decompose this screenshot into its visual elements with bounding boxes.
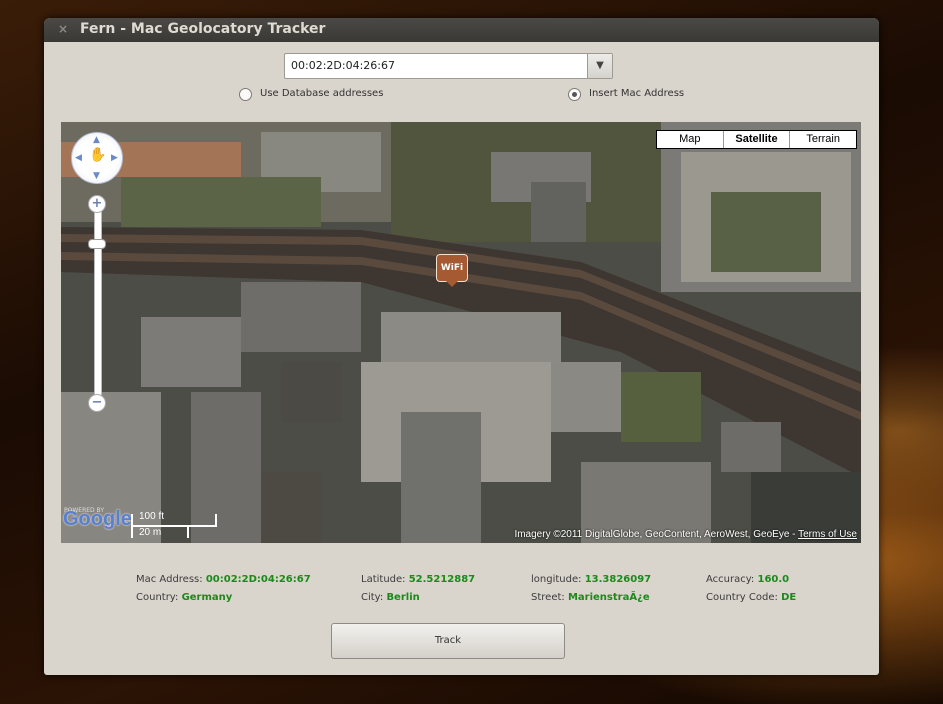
close-button[interactable]: × xyxy=(56,22,70,36)
pan-left-icon[interactable]: ◀ xyxy=(75,153,82,163)
map-type-satellite[interactable]: Satellite xyxy=(724,131,791,148)
radio-checked-icon[interactable] xyxy=(568,88,581,101)
accuracy-value: 160.0 xyxy=(757,574,790,585)
title-bar: × Fern - Mac Geolocatory Tracker xyxy=(44,18,879,42)
street-value: MarienstraÃ¿e xyxy=(567,592,650,603)
radio-unchecked-icon[interactable] xyxy=(239,88,252,101)
pan-up-icon[interactable]: ▲ xyxy=(93,135,100,145)
map-type-switcher: Map Satellite Terrain xyxy=(656,130,857,149)
street-label: Street: xyxy=(531,592,565,603)
longitude-info: longitude: 13.3826097 xyxy=(531,574,651,585)
mac-address-label: Mac Address: xyxy=(136,574,203,585)
scale-tick xyxy=(187,527,189,538)
street-info: Street: MarienstraÃ¿e xyxy=(531,592,650,603)
city-value: Berlin xyxy=(386,592,420,603)
insert-mac-label: Insert Mac Address xyxy=(589,88,685,99)
google-logo[interactable]: Google xyxy=(63,508,132,531)
zoom-out-button[interactable]: − xyxy=(88,394,106,412)
zoom-slider-thumb[interactable] xyxy=(88,239,106,249)
country-code-value: DE xyxy=(781,592,797,603)
scale-tick xyxy=(215,514,217,525)
city-label: City: xyxy=(361,592,384,603)
use-database-label: Use Database addresses xyxy=(260,88,384,99)
country-code-label: Country Code: xyxy=(706,592,778,603)
map-copyright: Imagery ©2011 DigitalGlobe, GeoContent, … xyxy=(514,529,857,540)
zoom-in-button[interactable]: + xyxy=(88,195,106,213)
country-value: Germany xyxy=(181,592,233,603)
pan-control[interactable]: ▲ ▼ ◀ ▶ ✋ xyxy=(71,132,123,184)
country-label: Country: xyxy=(136,592,179,603)
terms-of-use-link[interactable]: Terms of Use xyxy=(798,529,857,540)
mac-address-info: Mac Address: 00:02:2D:04:26:67 xyxy=(136,574,311,585)
satellite-map[interactable]: ▲ ▼ ◀ ▶ ✋ + − Map Satellite Terrain WiFi… xyxy=(61,122,861,543)
satellite-imagery xyxy=(61,122,861,543)
scale-imperial: 100 ft xyxy=(139,511,165,522)
country-info: Country: Germany xyxy=(136,592,232,603)
imagery-credit: Imagery ©2011 DigitalGlobe, GeoContent, … xyxy=(514,529,799,540)
wifi-location-marker[interactable]: WiFi xyxy=(436,254,468,287)
scale-bar: 100 ft 20 m xyxy=(131,511,217,538)
country-code-info: Country Code: DE xyxy=(706,592,796,603)
map-type-terrain[interactable]: Terrain xyxy=(790,131,856,148)
pan-right-icon[interactable]: ▶ xyxy=(111,153,118,163)
mac-address-combo[interactable]: 00:02:2D:04:26:67 ▼ xyxy=(284,53,613,79)
city-info: City: Berlin xyxy=(361,592,420,603)
map-type-map[interactable]: Map xyxy=(657,131,724,148)
hand-icon: ✋ xyxy=(89,147,107,163)
latitude-value: 52.5212887 xyxy=(408,574,476,585)
accuracy-label: Accuracy: xyxy=(706,574,755,585)
longitude-value: 13.3826097 xyxy=(584,574,652,585)
scale-metric: 20 m xyxy=(139,527,162,538)
longitude-label: longitude: xyxy=(531,574,582,585)
mac-address-result: 00:02:2D:04:26:67 xyxy=(205,574,311,585)
pan-down-icon[interactable]: ▼ xyxy=(93,171,100,181)
window-title: Fern - Mac Geolocatory Tracker xyxy=(80,21,326,37)
latitude-info: Latitude: 52.5212887 xyxy=(361,574,475,585)
accuracy-info: Accuracy: 160.0 xyxy=(706,574,789,585)
latitude-label: Latitude: xyxy=(361,574,406,585)
dropdown-arrow-icon[interactable]: ▼ xyxy=(587,54,612,78)
mac-address-value: 00:02:2D:04:26:67 xyxy=(291,59,395,72)
zoom-slider-track[interactable] xyxy=(94,207,102,409)
track-button[interactable]: Track xyxy=(331,623,565,659)
app-window: × Fern - Mac Geolocatory Tracker 00:02:2… xyxy=(44,18,879,675)
